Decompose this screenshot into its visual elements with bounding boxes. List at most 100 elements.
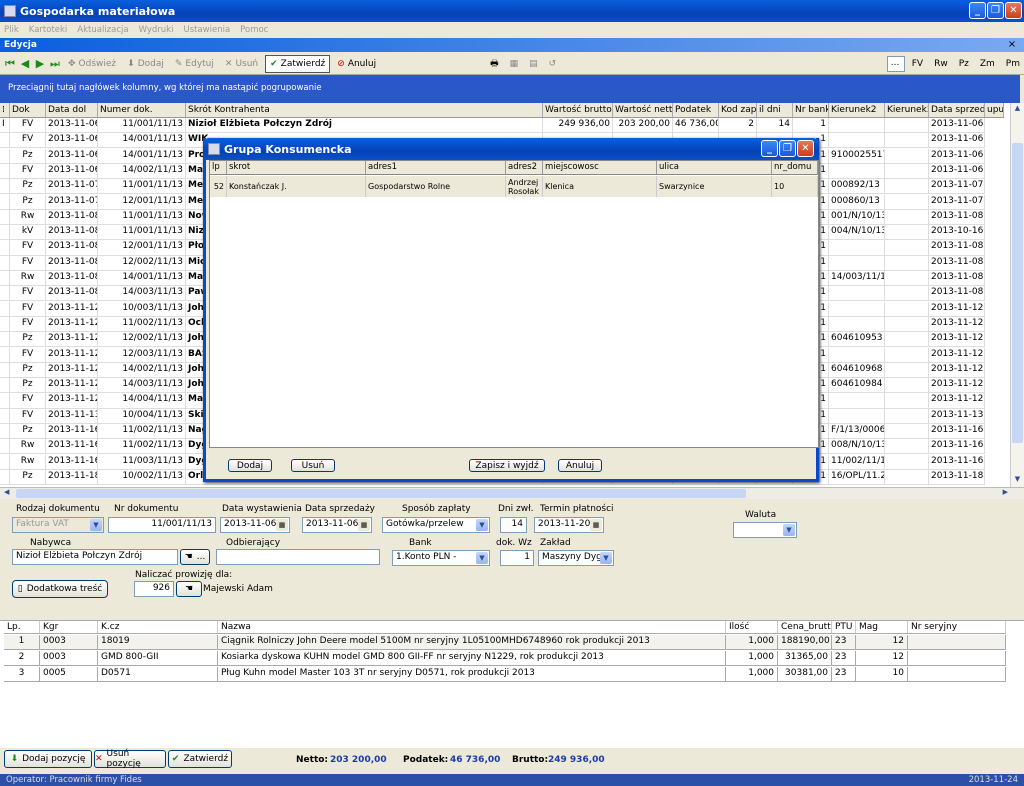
filter-rw[interactable]: Rw — [930, 55, 952, 73]
dialog-grid-row[interactable]: 52 Konstańczak J. Gospodarstwo Rolne Andrze… — [210, 176, 818, 197]
preview-icon[interactable]: ▦ — [506, 55, 523, 73]
data-sprzed-input[interactable]: 2013-11-06 ▦ — [302, 517, 372, 533]
prev-record-icon[interactable]: ◀ — [19, 57, 31, 70]
grid-header-10[interactable]: Nr banku — [793, 103, 829, 117]
termin-input[interactable]: 2013-11-20 ▦ — [534, 517, 604, 533]
line-header-8[interactable]: Mag — [856, 621, 908, 633]
calendar-icon[interactable]: ▦ — [590, 519, 602, 531]
dialog-header-skrot[interactable]: skrot — [227, 161, 366, 174]
grid-vertical-scrollbar[interactable]: ▲ ▼ — [1010, 103, 1024, 487]
mdi-close-icon[interactable]: × — [1006, 40, 1018, 51]
history-icon[interactable]: ↺ — [545, 55, 561, 73]
grid-header-7[interactable]: Podatek — [673, 103, 719, 117]
scroll-right-icon[interactable]: ▶ — [1003, 488, 1008, 496]
table-icon[interactable]: ▤ — [525, 55, 542, 73]
grid-header-4[interactable]: Skrót Kontrahenta — [186, 103, 543, 117]
grid-header-2[interactable]: Data dol — [46, 103, 98, 117]
dialog-minimize-button[interactable]: _ — [761, 140, 778, 157]
line-items-grid[interactable]: Lp. Kgr K.cz Nazwa Ilość Cena_brutto PTU Mag Nr … — [0, 620, 1024, 748]
scroll-down-icon[interactable]: ▼ — [1012, 475, 1023, 486]
grid-header-11[interactable]: Kierunek2 — [829, 103, 885, 117]
menu-kartoteki[interactable]: Kartoteki — [29, 25, 68, 35]
grid-header-14[interactable]: upu — [985, 103, 1004, 117]
cancel-button[interactable]: ⊘ Anuluj — [333, 55, 380, 73]
confirm-lines-button[interactable]: ✔ Zatwierdź — [168, 750, 232, 768]
grid-header-5[interactable]: Wartość brutto — [543, 103, 613, 117]
menu-wydruki[interactable]: Wydruki — [139, 25, 174, 35]
delete-line-button[interactable]: ✕ Usuń pozycję — [94, 749, 166, 769]
dni-input[interactable]: 14 — [500, 517, 527, 533]
doc-filter-input[interactable]: ... — [886, 55, 905, 72]
grid-header-3[interactable]: Numer dok. — [98, 103, 186, 117]
zaklad-select[interactable]: Maszyny Dygo ▼ — [538, 550, 614, 566]
refresh-button[interactable]: ✥ Odśwież — [64, 55, 120, 73]
maximize-button[interactable]: ❐ — [987, 2, 1004, 19]
filter-pz[interactable]: Pz — [955, 55, 973, 73]
filter-fv[interactable]: FV — [908, 55, 927, 73]
calendar-icon[interactable]: ▦ — [276, 519, 288, 531]
next-record-icon[interactable]: ▶ — [34, 57, 46, 70]
dialog-header-adres1[interactable]: adres1 — [366, 161, 506, 174]
scroll-left-icon[interactable]: ◀ — [4, 488, 9, 496]
grid-header-1[interactable]: Dok — [10, 103, 46, 117]
dialog-grid[interactable]: lp skrot adres1 adres2 miejscowosc ulica nr_do… — [209, 160, 819, 448]
menu-ustawienia[interactable]: Ustawienia — [183, 25, 230, 35]
dodatkowa-tresc-button[interactable]: ▯ Dodatkowa treść — [12, 580, 108, 598]
add-button[interactable]: ⬇ Dodaj — [123, 55, 168, 73]
dialog-add-button[interactable]: Dodaj — [228, 459, 272, 472]
scrollbar-thumb[interactable] — [1012, 143, 1023, 443]
grid-horizontal-scrollbar[interactable]: ◀ ▶ — [0, 487, 1024, 499]
menu-plik[interactable]: Plik — [4, 25, 19, 35]
chevron-down-icon[interactable]: ▼ — [90, 519, 102, 531]
chevron-down-icon[interactable]: ▼ — [476, 552, 488, 564]
data-wyst-input[interactable]: 2013-11-06 ▦ — [220, 517, 290, 533]
line-header-3[interactable]: K.cz — [98, 621, 218, 633]
chevron-down-icon[interactable]: ▼ — [476, 519, 488, 531]
line-header-5[interactable]: Ilość — [726, 621, 778, 633]
minimize-button[interactable]: _ — [969, 2, 986, 19]
list-item[interactable]: 3 0005 D0571 Pług Kuhn model Master 103 3T … — [4, 667, 1006, 682]
line-header-4[interactable]: Nazwa — [218, 621, 726, 633]
print-icon[interactable]: 🖶 — [486, 55, 503, 73]
dialog-save-exit-button[interactable]: Zapisz i wyjdź — [469, 459, 545, 472]
edit-button[interactable]: ✎ Edytuj — [171, 55, 218, 73]
list-item[interactable]: 2 0003 GMD 800-GII Kosiarka dyskowa KUHN mo… — [4, 651, 1006, 666]
dialog-delete-button[interactable]: Usuń — [291, 459, 335, 472]
line-header-7[interactable]: PTU — [832, 621, 856, 633]
chevron-down-icon[interactable]: ▼ — [600, 552, 612, 564]
add-line-button[interactable]: ⬇ Dodaj pozycję — [4, 750, 92, 768]
rodzaj-select[interactable]: Faktura VAT ▼ — [12, 517, 104, 533]
nabywca-browse-button[interactable]: ☚... — [180, 549, 210, 565]
dialog-header-nr_domu[interactable]: nr_domu — [772, 161, 818, 174]
filter-zm[interactable]: Zm — [976, 55, 999, 73]
scroll-up-icon[interactable]: ▲ — [1012, 104, 1023, 115]
dialog-header-lp[interactable]: lp — [210, 161, 227, 174]
grid-header-6[interactable]: Wartość netto — [613, 103, 673, 117]
grid-header-13[interactable]: Data sprzed. — [929, 103, 985, 117]
filter-pm[interactable]: Pm — [1002, 55, 1024, 73]
first-record-icon[interactable]: ⏮ — [4, 57, 16, 71]
grid-header-9[interactable]: il dni — [757, 103, 793, 117]
confirm-button[interactable]: ✔ Zatwierdź — [265, 54, 331, 73]
dialog-close-button[interactable]: ✕ — [797, 140, 814, 157]
close-button[interactable]: ✕ — [1005, 2, 1022, 19]
prowizja-input[interactable]: 926 — [134, 581, 174, 597]
sposob-select[interactable]: Gotówka/przelew ▼ — [382, 517, 490, 533]
waluta-select[interactable]: ▼ — [733, 522, 797, 538]
grid-header-12[interactable]: Kierunek3 — [885, 103, 929, 117]
nabywca-input[interactable]: Nizioł Elżbieta Połczyn Zdrój — [12, 549, 178, 565]
nr-input[interactable]: 11/001/11/13 — [108, 517, 216, 533]
group-by-panel[interactable]: Przeciągnij tutaj nagłówek kolumny, wg k… — [0, 75, 1020, 103]
dialog-header-adres2[interactable]: adres2 — [506, 161, 543, 174]
dialog-header-miejscowosc[interactable]: miejscowosc — [543, 161, 657, 174]
list-item[interactable]: 1 0003 18019 Ciągnik Rolniczy John Deere mo… — [4, 635, 1006, 650]
dok-wz-input[interactable]: 1 — [500, 550, 534, 566]
bank-select[interactable]: 1.Konto PLN - ▼ — [392, 550, 490, 566]
dialog-cancel-button[interactable]: Anuluj — [558, 459, 602, 472]
line-header-1[interactable]: Lp. — [4, 621, 40, 633]
dialog-header-ulica[interactable]: ulica — [657, 161, 772, 174]
calendar-icon[interactable]: ▦ — [358, 519, 370, 531]
line-header-2[interactable]: Kgr — [40, 621, 98, 633]
dialog-maximize-button[interactable]: ❐ — [779, 140, 796, 157]
menu-pomoc[interactable]: Pomoc — [240, 25, 268, 35]
